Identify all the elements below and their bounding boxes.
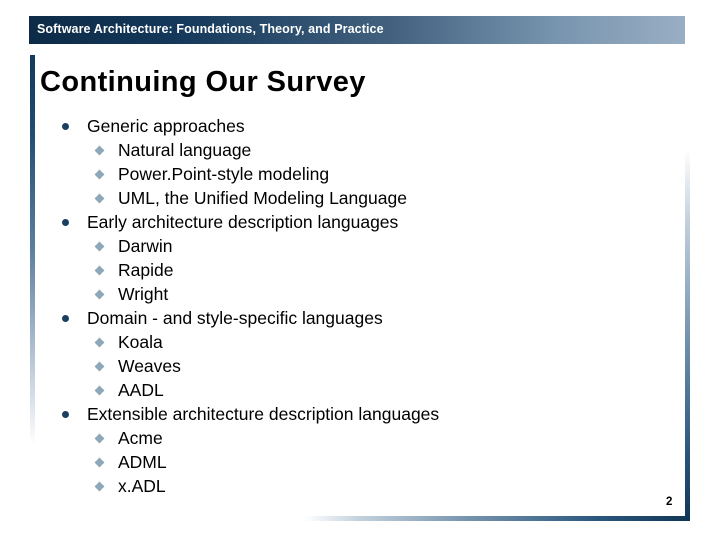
filled-circle-bullet-icon <box>62 123 69 130</box>
list-item-label: Koala <box>118 332 163 352</box>
slide: Software Architecture: Foundations, Theo… <box>0 0 720 540</box>
filled-diamond-bullet-icon <box>94 481 105 492</box>
list-item-level1: Domain - and style-specific languages <box>40 306 660 330</box>
top-decorative-rule <box>30 55 446 60</box>
list-item-label: Early architecture description languages <box>87 212 399 232</box>
bullet-group: Generic approaches Natural language Powe… <box>40 114 660 210</box>
list-item-label: x.ADL <box>118 476 166 496</box>
list-item-label: Wright <box>118 284 169 304</box>
bullet-group: Early architecture description languages… <box>40 210 660 306</box>
filled-diamond-bullet-icon <box>94 457 105 468</box>
bullet-group: Domain - and style-specific languages Ko… <box>40 306 660 402</box>
slide-banner: Software Architecture: Foundations, Theo… <box>29 16 685 44</box>
list-item-level2: Natural language <box>40 138 660 162</box>
filled-diamond-bullet-icon <box>94 433 105 444</box>
filled-diamond-bullet-icon <box>94 289 105 300</box>
list-item-label: Generic approaches <box>87 116 245 136</box>
list-item-label: UML, the Unified Modeling Language <box>118 188 407 208</box>
list-item-level2: Wright <box>40 282 660 306</box>
list-item-level2: x.ADL <box>40 474 660 498</box>
page-title: Continuing Our Survey <box>40 66 366 98</box>
list-item-level1: Early architecture description languages <box>40 210 660 234</box>
list-item-label: Acme <box>118 428 163 448</box>
list-item-level2: AADL <box>40 378 660 402</box>
bullet-group: Extensible architecture description lang… <box>40 402 660 498</box>
banner-title: Software Architecture: Foundations, Theo… <box>37 22 384 36</box>
bottom-decorative-rule <box>305 516 690 521</box>
filled-diamond-bullet-icon <box>94 145 105 156</box>
list-item-level2: Power.Point-style modeling <box>40 162 660 186</box>
filled-diamond-bullet-icon <box>94 337 105 348</box>
left-decorative-rule <box>30 55 35 445</box>
list-item-label: Domain - and style-specific languages <box>87 308 383 328</box>
list-item-label: Rapide <box>118 260 174 280</box>
filled-diamond-bullet-icon <box>94 265 105 276</box>
list-item-level2: UML, the Unified Modeling Language <box>40 186 660 210</box>
list-item-label: Power.Point-style modeling <box>118 164 330 184</box>
filled-circle-bullet-icon <box>62 219 69 226</box>
list-item-label: AADL <box>118 380 164 400</box>
list-item-label: Natural language <box>118 140 252 160</box>
list-item-level2: Koala <box>40 330 660 354</box>
filled-diamond-bullet-icon <box>94 169 105 180</box>
list-item-label: Extensible architecture description lang… <box>87 404 440 424</box>
right-decorative-rule <box>685 150 690 521</box>
list-item-level2: Acme <box>40 426 660 450</box>
bullet-list: Generic approaches Natural language Powe… <box>40 114 660 498</box>
list-item-level2: ADML <box>40 450 660 474</box>
list-item-level2: Rapide <box>40 258 660 282</box>
list-item-level2: Darwin <box>40 234 660 258</box>
filled-circle-bullet-icon <box>62 315 69 322</box>
filled-diamond-bullet-icon <box>94 193 105 204</box>
filled-circle-bullet-icon <box>62 411 69 418</box>
list-item-label: Weaves <box>118 356 181 376</box>
list-item-label: Darwin <box>118 236 173 256</box>
list-item-level1: Generic approaches <box>40 114 660 138</box>
list-item-level2: Weaves <box>40 354 660 378</box>
filled-diamond-bullet-icon <box>94 385 105 396</box>
filled-diamond-bullet-icon <box>94 241 105 252</box>
page-number: 2 <box>666 496 673 508</box>
list-item-label: ADML <box>118 452 167 472</box>
list-item-level1: Extensible architecture description lang… <box>40 402 660 426</box>
filled-diamond-bullet-icon <box>94 361 105 372</box>
